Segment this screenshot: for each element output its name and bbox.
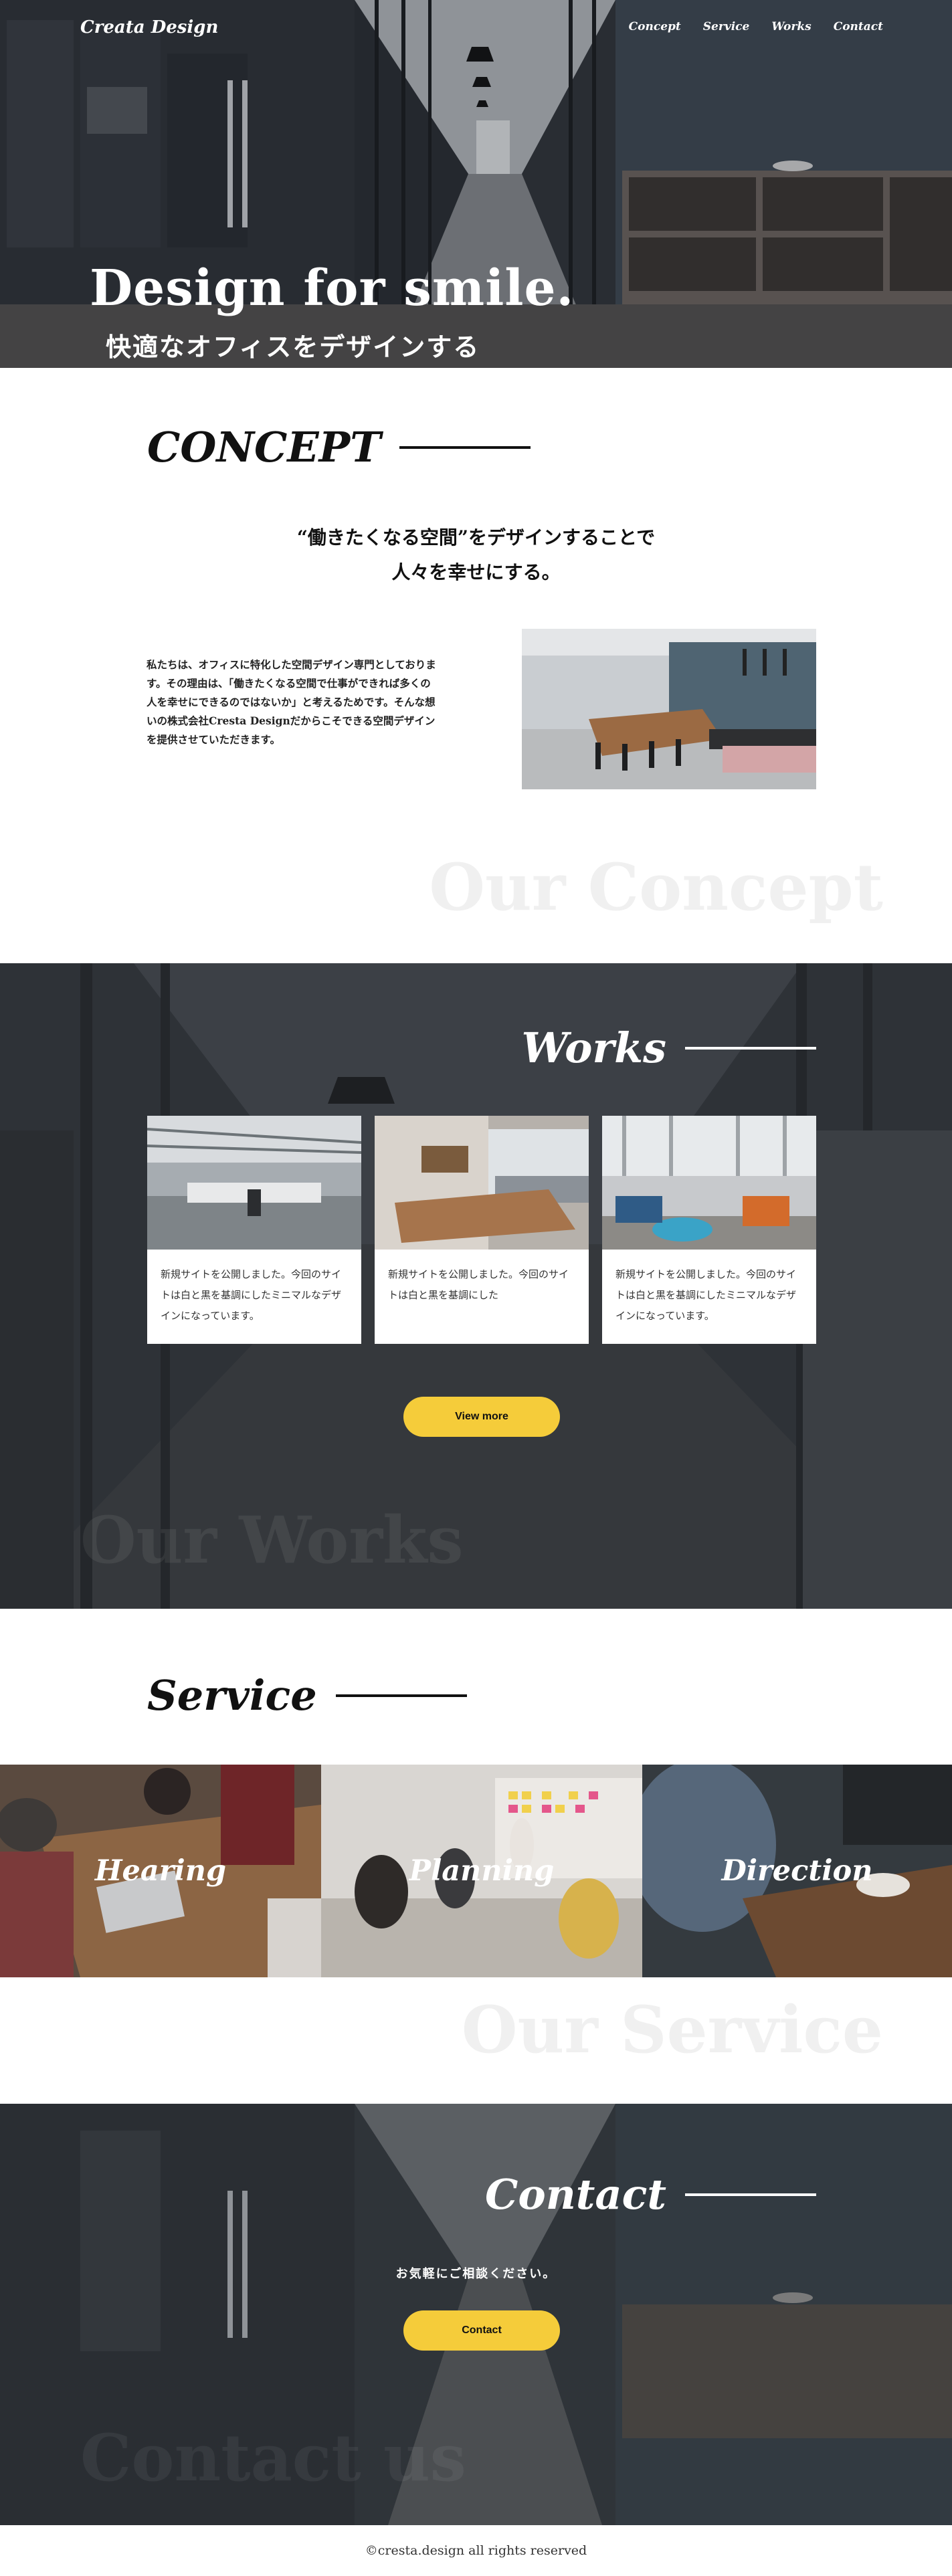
concept-heading-text: CONCEPT <box>147 423 381 472</box>
work-card[interactable]: 新規サイトを公開しました。今回のサイトは白と黒を基調にしたミニマルなデザインにな… <box>147 1116 361 1344</box>
hero-subtitle: 快適なオフィスをデザインする <box>106 332 480 362</box>
heading-divider <box>685 2193 816 2196</box>
heading-divider <box>335 1694 467 1697</box>
concept-ghost-text: Our Concept <box>429 850 883 925</box>
nav-service[interactable]: Service <box>703 20 750 33</box>
work-card[interactable]: 新規サイトを公開しました。今回のサイトは白と黒を基調にしたミニマルなデザインにな… <box>602 1116 816 1344</box>
contact-ghost-text: Contact us <box>80 2420 466 2496</box>
works-heading-text: Works <box>521 1023 666 1072</box>
heading-divider <box>399 445 531 449</box>
nav-works[interactable]: Works <box>771 20 811 33</box>
site-logo[interactable]: Creata Design <box>80 17 218 37</box>
work-card-image <box>375 1116 589 1250</box>
work-card-text: 新規サイトを公開しました。今回のサイトは白と黒を基調にしたミニマルなデザインにな… <box>161 1268 342 1322</box>
work-card-image <box>602 1116 816 1250</box>
service-planning-label: Planning <box>409 1854 555 1888</box>
work-card[interactable]: 新規サイトを公開しました。今回のサイトは白と黒を基調にした <box>375 1116 589 1344</box>
concept-body: 私たちは、オフィスに特化した空間デザイン専門としております。その理由は、「働きた… <box>147 658 436 746</box>
service-hearing[interactable]: Hearing <box>0 1765 321 1977</box>
works-ghost-text: Our Works <box>80 1502 464 1578</box>
hero-title: Design for smile. <box>90 260 575 317</box>
main-nav: Concept Service Works Contact <box>629 20 883 33</box>
contact-button[interactable]: Contact <box>403 2310 560 2351</box>
service-ghost-text: Our Service <box>461 1992 883 2068</box>
hero-section: Creata Design Concept Service Works Cont… <box>0 0 952 368</box>
view-more-button[interactable]: View more <box>403 1397 560 1437</box>
service-hearing-label: Hearing <box>94 1854 227 1888</box>
works-heading: Works <box>522 1023 816 1072</box>
footer-copyright: ©cresta.design all rights reserved <box>365 2543 587 2558</box>
nav-contact[interactable]: Contact <box>834 20 883 33</box>
work-card-text: 新規サイトを公開しました。今回のサイトは白と黒を基調にした <box>388 1268 569 1301</box>
contact-message: お気軽にご相談ください。 <box>395 2267 557 2281</box>
service-direction[interactable]: Direction <box>642 1765 952 1977</box>
service-direction-label: Direction <box>721 1854 873 1888</box>
concept-lead-line2: 人々を幸せにする。 <box>391 561 561 583</box>
concept-lead: “働きたくなる空間”をデザインすることで 人々を幸せにする。 <box>0 520 952 590</box>
contact-heading-text: Contact <box>485 2170 666 2219</box>
nav-concept[interactable]: Concept <box>629 20 681 33</box>
service-heading: Service <box>147 1671 467 1720</box>
service-heading-text: Service <box>147 1671 317 1720</box>
heading-divider <box>685 1046 816 1050</box>
concept-office-photo <box>522 629 816 789</box>
work-card-text: 新規サイトを公開しました。今回のサイトは白と黒を基調にしたミニマルなデザインにな… <box>615 1268 797 1322</box>
footer: ©cresta.design all rights reserved <box>0 2525 952 2576</box>
concept-heading: CONCEPT <box>147 423 531 472</box>
work-card-image <box>147 1116 361 1250</box>
service-planning[interactable]: Planning <box>321 1765 642 1977</box>
concept-lead-line1: “働きたくなる空間”をデザインすることで <box>296 526 656 549</box>
contact-heading: Contact <box>485 2170 816 2219</box>
